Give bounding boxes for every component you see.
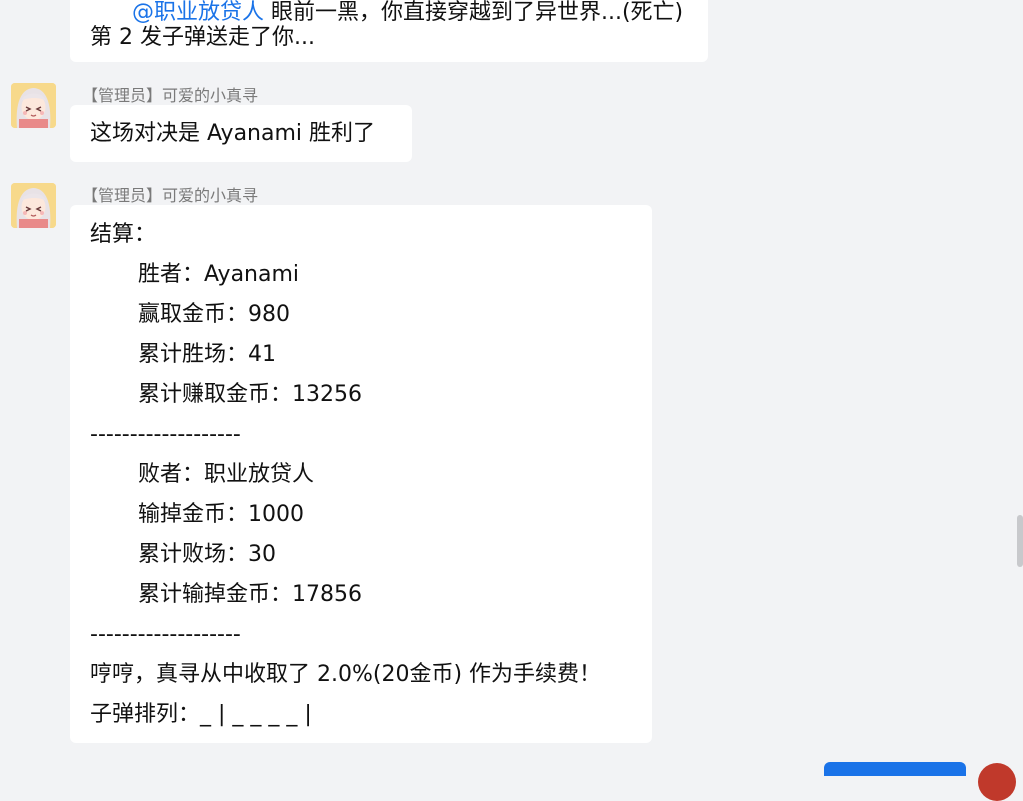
message-text: 这场对决是 Ayanami 胜利了 [90,121,376,146]
divider-line: ------------------- [90,622,241,647]
chat-message-list: @职业放贷人 眼前一黑，你直接穿越到了异世界...(死亡) 第 2 发子弹送走了… [0,0,1023,771]
bullet-order-line: 子弹排列：_ | _ _ _ _ | [90,702,312,727]
total-lost-line: 累计输掉金币：17856 [138,582,362,607]
message-bubble: 结算： 胜者：Ayanami 赢取金币：980 累计胜场：41 累计赚取金币：1… [70,205,652,743]
loser-line: 败者：职业放贷人 [138,462,315,487]
message-bubble: 这场对决是 Ayanami 胜利了 [70,105,412,162]
scrollbar-thumb[interactable] [1017,515,1023,567]
sender-avatar[interactable] [11,83,56,128]
message-text: 第 2 发子弹送走了你... [90,25,315,50]
message-text: 眼前一黑，你直接穿越到了异世界...(死亡) [263,0,684,25]
sender-avatar[interactable] [11,183,56,228]
total-earned-line: 累计赚取金币：13256 [138,382,362,407]
anime-girl-avatar-icon [11,183,56,228]
message-bubble: @职业放贷人 眼前一黑，你直接穿越到了异世界...(死亡) 第 2 发子弹送走了… [70,0,708,62]
result-title: 结算： [90,222,157,247]
fee-line: 哼哼，真寻从中收取了 2.0%(20金币) 作为手续费！ [90,662,602,687]
send-button[interactable] [824,762,966,776]
mention-link[interactable]: @职业放贷人 [132,0,264,25]
win-coins-line: 赢取金币：980 [138,302,290,327]
anime-girl-avatar-icon [11,83,56,128]
user-avatar[interactable] [978,763,1016,801]
divider-line: ------------------- [90,422,241,447]
winner-line: 胜者：Ayanami [138,262,300,287]
sender-name: 【管理员】可爱的小真寻 [82,186,259,205]
sender-name: 【管理员】可爱的小真寻 [82,86,259,105]
total-losses-line: 累计败场：30 [138,542,276,567]
total-wins-line: 累计胜场：41 [138,342,276,367]
lose-coins-line: 输掉金币：1000 [138,502,304,527]
